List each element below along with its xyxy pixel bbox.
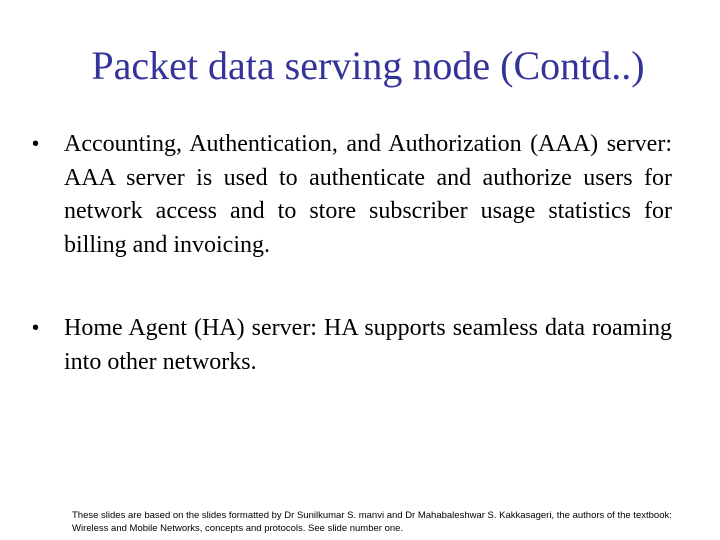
slide-title: Packet data serving node (Contd..) [91,43,645,88]
bullet-list: • Accounting, Authentication, and Author… [32,128,672,379]
bullet-item-home-agent: • Home Agent (HA) server: HA supports se… [32,312,672,379]
slide-footer-credit: These slides are based on the slides for… [72,510,672,534]
bullet-item-aaa-server: • Accounting, Authentication, and Author… [32,128,672,262]
bullet-marker-icon: • [32,133,40,155]
slide: Packet data serving node (Contd..) • Acc… [0,0,720,540]
bullet-text: Home Agent (HA) server: HA supports seam… [64,315,672,375]
bullet-marker-icon: • [32,317,40,339]
bullet-text: Accounting, Authentication, and Authoriz… [64,131,672,258]
